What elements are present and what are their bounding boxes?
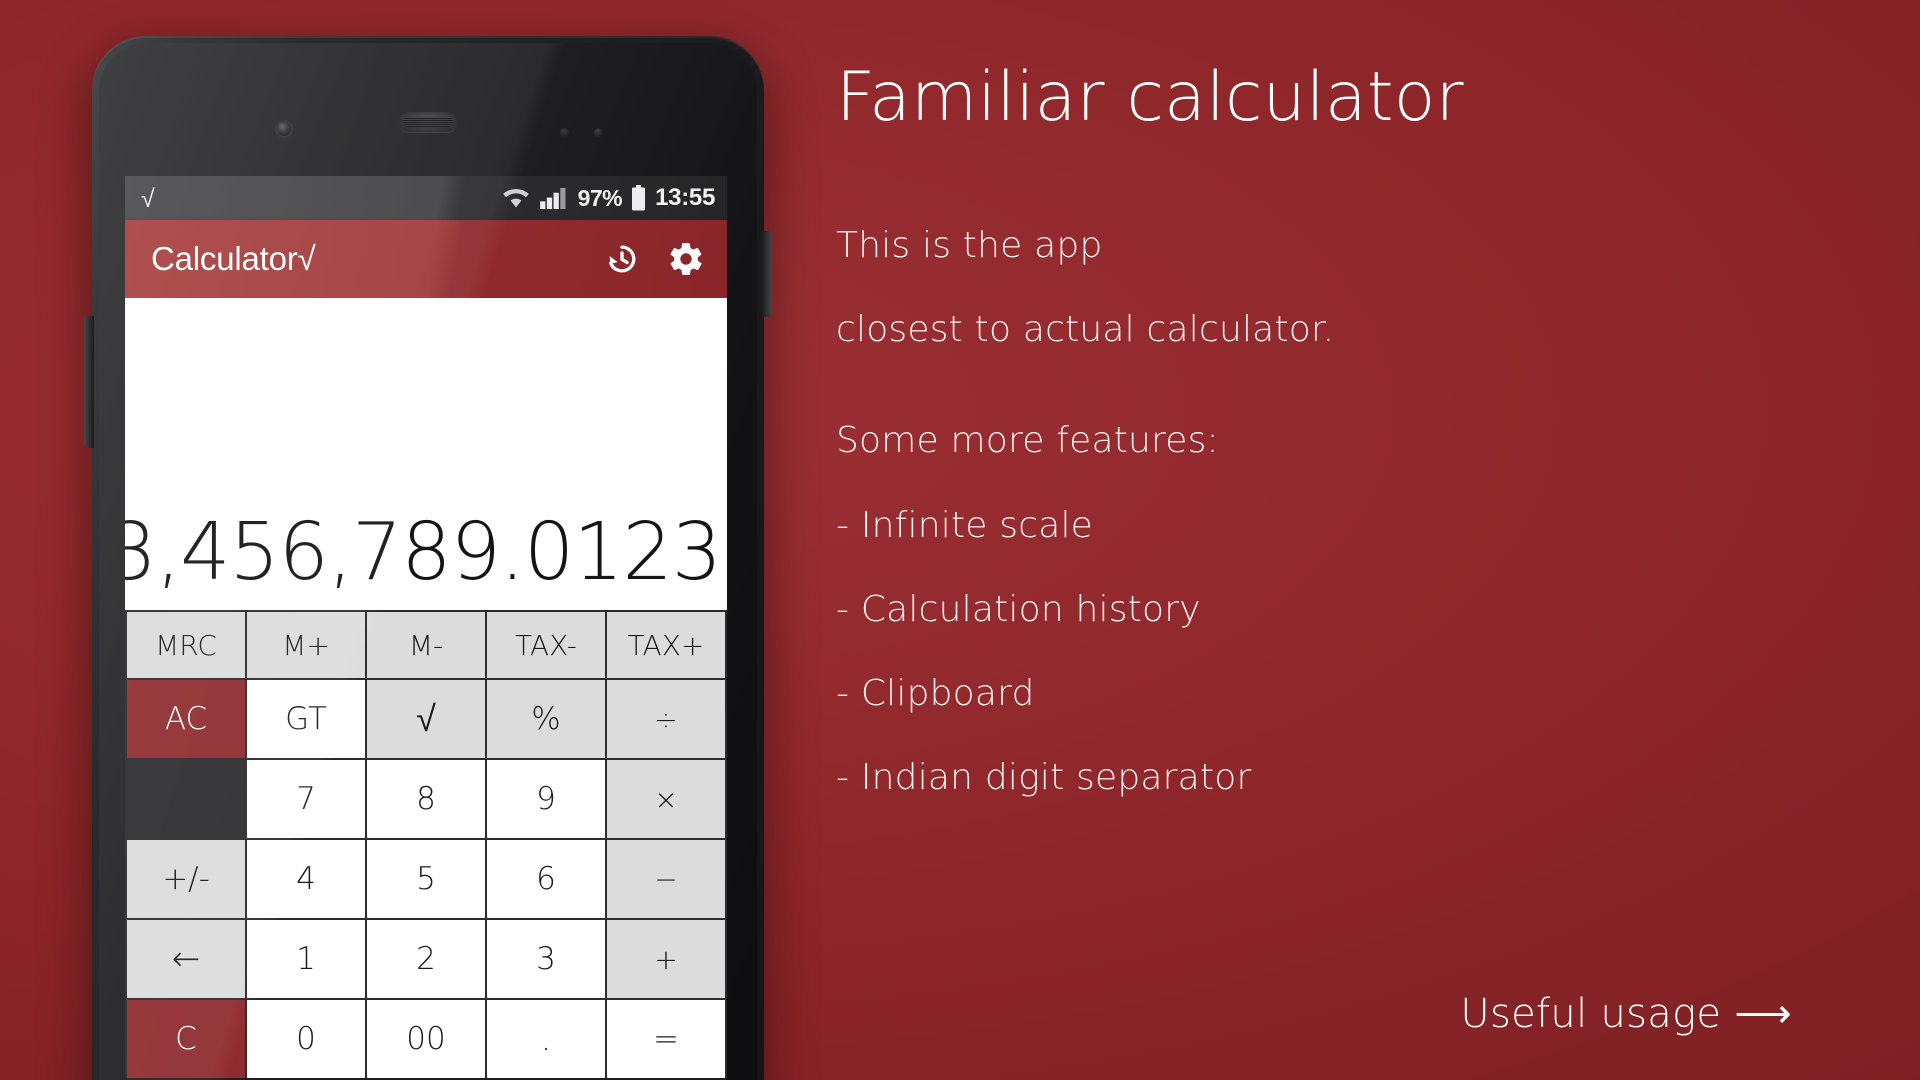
key-√[interactable]: √ (367, 680, 485, 758)
key-MRC[interactable]: MRC (127, 612, 245, 678)
key-00[interactable]: 00 (367, 1000, 485, 1078)
page-title: Familiar calculator (836, 58, 1464, 137)
key-5[interactable]: 5 (367, 840, 485, 918)
key-←[interactable]: ← (127, 920, 245, 998)
key-3[interactable]: 3 (487, 920, 605, 998)
power-button[interactable] (762, 231, 772, 317)
keypad-spacer (127, 760, 245, 838)
keypad-row: C 0 00. = (127, 1000, 725, 1078)
key-TAX+[interactable]: TAX+ (607, 612, 725, 678)
battery-percent-label: 97% (577, 184, 623, 211)
key-1[interactable]: 1 (247, 920, 365, 998)
app-title: Calculator√ (151, 240, 316, 277)
feature-item: - Clipboard (836, 673, 1035, 714)
key-÷[interactable]: ÷ (607, 680, 725, 758)
clock-label: 13:55 (655, 184, 715, 211)
key-M+[interactable]: M+ (247, 612, 365, 678)
key-8[interactable]: 8 (367, 760, 485, 838)
key-%[interactable]: % (487, 680, 605, 758)
history-icon[interactable] (603, 240, 641, 278)
key-9[interactable]: 9 (487, 760, 605, 838)
promo-slide: √ 97% 13:55 Calculator√ 3,456,789.0123 M… (0, 0, 1920, 1080)
key-×[interactable]: × (607, 760, 725, 838)
key-2[interactable]: 2 (367, 920, 485, 998)
app-notification-icon: √ (141, 183, 155, 213)
key-TAX-[interactable]: TAX- (487, 612, 605, 678)
copy-line: This is the app (836, 225, 1103, 266)
phone-mockup: √ 97% 13:55 Calculator√ 3,456,789.0123 M… (84, 36, 772, 1080)
status-bar-left: √ (141, 186, 501, 211)
copy-line: Some more features: (836, 420, 1219, 461)
copy-line: closest to actual calculator. (836, 309, 1335, 350)
key-M-[interactable]: M- (367, 612, 485, 678)
key-+/-[interactable]: +/- (127, 840, 245, 918)
keypad-row: 7 8 9 × (127, 760, 725, 838)
keypad-row: ← 1 2 3 + (127, 920, 725, 998)
promo-copy: Familiar calculator This is the app clos… (836, 0, 1846, 1080)
calculator-keypad: MRC M+ M- TAX- TAX+ AC GT √% ÷ 7 8 9 × +/- 4 5 6− ← 1 2 3 + C 0… (125, 610, 727, 1078)
display-value: 123,456,789.0123 (125, 506, 722, 598)
feature-item: - Indian digit separator (836, 757, 1252, 798)
key-=[interactable]: = (607, 1000, 725, 1078)
status-bar-right: 97% 13:55 (501, 184, 715, 212)
gear-icon[interactable] (667, 240, 705, 278)
earpiece-speaker-icon (399, 112, 457, 132)
key-.[interactable]: . (487, 1000, 605, 1078)
key-C[interactable]: C (127, 1000, 245, 1078)
key-4[interactable]: 4 (247, 840, 365, 918)
proximity-sensor-icon (560, 128, 569, 137)
key-−[interactable]: − (607, 840, 725, 918)
light-sensor-icon (594, 128, 603, 137)
key-AC[interactable]: AC (127, 680, 245, 758)
wifi-icon (501, 187, 531, 210)
calculator-display[interactable]: + 123,456,789.0123 (125, 298, 727, 610)
app-bar: Calculator√ (125, 220, 727, 298)
battery-icon (631, 185, 646, 211)
app-bar-actions (603, 240, 705, 278)
signal-bars-icon (539, 187, 569, 210)
key-GT[interactable]: GT (247, 680, 365, 758)
keypad-row: AC GT √% ÷ (127, 680, 725, 758)
feature-item: - Calculation history (836, 589, 1201, 630)
feature-item: - Infinite scale (836, 505, 1094, 546)
android-status-bar: √ 97% 13:55 (125, 176, 727, 220)
front-camera-icon (277, 122, 291, 136)
keypad-row: MRC M+ M- TAX- TAX+ (127, 612, 725, 678)
useful-usage-link[interactable]: Useful usage ⟶ (1460, 991, 1792, 1037)
key-7[interactable]: 7 (247, 760, 365, 838)
phone-screen: √ 97% 13:55 Calculator√ 3,456,789.0123 M… (125, 176, 727, 1080)
volume-button[interactable] (84, 316, 94, 448)
key-+[interactable]: + (607, 920, 725, 998)
keypad-row: +/- 4 5 6− (127, 840, 725, 918)
key-0[interactable]: 0 (247, 1000, 365, 1078)
key-6[interactable]: 6 (487, 840, 605, 918)
